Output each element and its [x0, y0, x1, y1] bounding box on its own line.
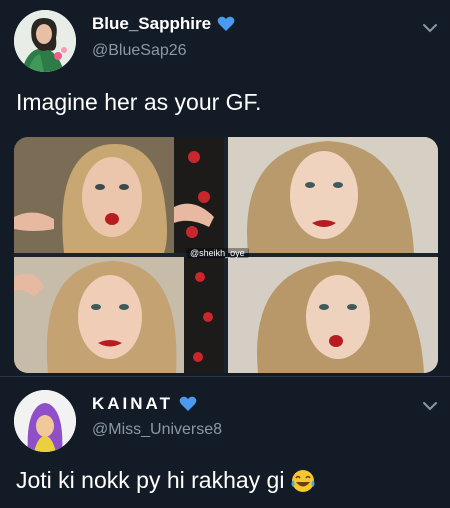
display-name[interactable]: Blue_Sapphire	[92, 14, 235, 34]
display-name-text[interactable]: Blue_Sapphire	[92, 14, 211, 34]
divider	[0, 376, 450, 377]
twitter-feed: Blue_Sapphire @BlueSap26 Imagine her as …	[0, 0, 450, 508]
display-name[interactable]: KAINAT	[92, 394, 197, 414]
chevron-down-icon[interactable]	[420, 18, 440, 38]
media-grid[interactable]: @sheikh_oye	[14, 137, 438, 373]
photo-3[interactable]	[14, 257, 224, 373]
tweet-text: Joti ki nokk py hi rakhay gi	[16, 467, 316, 494]
tweet-text: Imagine her as your GF.	[16, 89, 262, 115]
display-name-text[interactable]: KAINAT	[92, 394, 173, 414]
tears-of-joy-emoji-icon	[291, 469, 315, 492]
blue-heart-icon	[217, 16, 235, 31]
tweet-text-content: Joti ki nokk py hi rakhay gi	[16, 467, 285, 493]
avatar[interactable]	[14, 390, 76, 452]
media-watermark: @sheikh_oye	[186, 248, 249, 258]
chevron-down-icon[interactable]	[420, 396, 440, 416]
photo-2[interactable]	[228, 137, 438, 253]
tweet[interactable]: Blue_Sapphire @BlueSap26 Imagine her as …	[0, 0, 450, 375]
avatar[interactable]	[14, 10, 76, 72]
handle[interactable]: @BlueSap26	[92, 42, 187, 60]
photo-1[interactable]	[14, 137, 224, 253]
handle[interactable]: @Miss_Universe8	[92, 421, 222, 439]
photo-4[interactable]	[228, 257, 438, 373]
blue-heart-icon	[179, 396, 197, 411]
